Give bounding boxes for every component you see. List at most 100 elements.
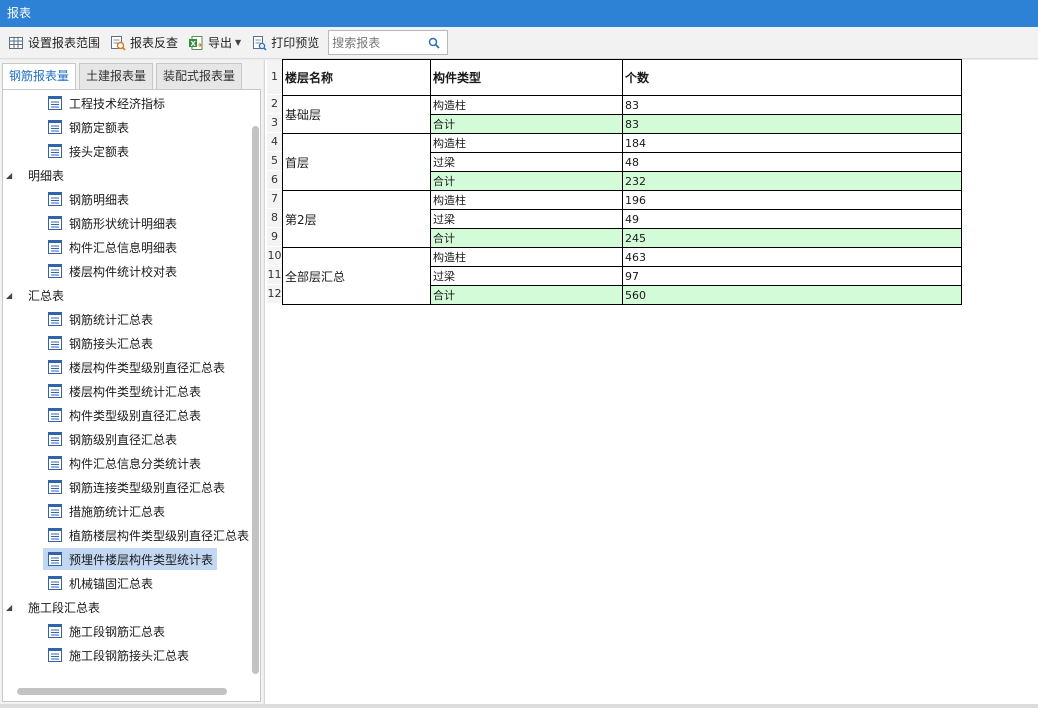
print-preview-button[interactable]: 打印预览 [247,31,323,55]
report-document-icon [47,479,63,495]
component-type-cell[interactable]: 过梁 [430,152,623,172]
tree-item[interactable]: 构件汇总信息明细表 [43,236,181,258]
floor-name-cell[interactable]: 基础层 [282,95,431,134]
tree-item-label: 楼层构件类型级别直径汇总表 [69,360,226,375]
count-cell[interactable]: 196 [622,190,962,210]
tree-item[interactable]: 施工段钢筋汇总表 [43,620,169,642]
tree-item-label: 工程技术经济指标 [69,96,166,111]
floor-name-cell[interactable]: 首层 [282,133,431,191]
tree-item[interactable]: 楼层构件类型统计汇总表 [43,380,205,402]
tree-group-label: 施工段汇总表 [28,600,101,615]
reverse-check-button[interactable]: 报表反查 [106,31,182,55]
report-search-input[interactable] [329,31,426,54]
table-row: 首层 构造柱 184 [282,133,962,191]
count-cell[interactable]: 97 [622,266,962,286]
export-dropdown-button[interactable]: X 导出 ▼ [184,31,245,55]
tab-label: 装配式报表量 [163,69,236,83]
tree-item[interactable]: 接头定额表 [43,140,133,162]
chevron-down-icon: ▼ [235,38,242,47]
table-row: 第2层 构造柱 196 [282,190,962,248]
count-cell[interactable]: 184 [622,133,962,153]
header-floor-name[interactable]: 楼层名称 [282,59,431,96]
window-title-bar: 报表 [0,0,1038,27]
report-document-icon [47,335,63,351]
tree-item[interactable]: 钢筋连接类型级别直径汇总表 [43,476,229,498]
count-cell[interactable]: 83 [622,95,962,115]
tree-item-label: 钢筋级别直径汇总表 [69,432,178,447]
print-preview-icon [251,35,267,51]
window-bottom-border [0,704,1038,708]
header-count[interactable]: 个数 [622,59,962,96]
report-search-box [328,30,449,55]
grid-settings-icon [8,35,24,51]
row-number: 11 [267,266,282,284]
component-type-cell[interactable]: 合计 [430,114,623,134]
count-cell[interactable]: 49 [622,209,962,229]
tree-group-stage[interactable]: ◢ 施工段汇总表 [6,596,100,618]
tree-item-label: 预埋件楼层构件类型统计表 [69,552,214,567]
tree-item-label: 构件汇总信息分类统计表 [69,456,202,471]
set-report-range-button[interactable]: 设置报表范围 [4,31,104,55]
row-number: 3 [267,114,282,132]
tree-group-summary[interactable]: ◢ 汇总表 [6,284,64,306]
tab-label: 钢筋报表量 [9,69,70,83]
tree-item[interactable]: 钢筋级别直径汇总表 [43,428,181,450]
component-type-cell[interactable]: 构造柱 [430,247,623,267]
tree-item[interactable]: 钢筋定额表 [43,116,133,138]
tree-vertical-scrollbar[interactable] [252,126,259,674]
tree-item-label: 植筋楼层构件类型级别直径汇总表 [69,528,250,543]
tree-item-label: 钢筋形状统计明细表 [69,216,178,231]
report-document-icon [47,359,63,375]
tree-horizontal-scrollbar[interactable] [17,688,227,695]
tab-civil-report[interactable]: 土建报表量 [79,63,154,89]
tree-item[interactable]: 钢筋统计汇总表 [43,308,157,330]
tree-group-detail[interactable]: ◢ 明细表 [6,164,64,186]
component-type-cell[interactable]: 合计 [430,228,623,248]
search-icon[interactable] [425,34,443,52]
row-number: 7 [267,190,282,208]
tree-item[interactable]: 构件汇总信息分类统计表 [43,452,205,474]
svg-text:X: X [191,39,197,47]
report-document-icon [47,407,63,423]
tree-item[interactable]: 植筋楼层构件类型级别直径汇总表 [43,524,253,546]
count-cell[interactable]: 463 [622,247,962,267]
tree-item[interactable]: 措施筋统计汇总表 [43,500,169,522]
tree-item-selected[interactable]: 预埋件楼层构件类型统计表 [43,548,218,570]
count-cell[interactable]: 48 [622,152,962,172]
tree-item[interactable]: 构件类型级别直径汇总表 [43,404,205,426]
component-type-cell[interactable]: 构造柱 [430,95,623,115]
count-cell[interactable]: 560 [622,285,962,305]
report-search-icon [110,35,126,51]
report-document-icon [47,311,63,327]
report-document-icon [47,95,63,111]
tree-item[interactable]: 钢筋明细表 [43,188,133,210]
count-cell[interactable]: 83 [622,114,962,134]
tree-item-label: 钢筋统计汇总表 [69,312,154,327]
component-type-cell[interactable]: 合计 [430,285,623,305]
tree-item-label: 施工段钢筋汇总表 [69,624,166,639]
tree-item[interactable]: 钢筋形状统计明细表 [43,212,181,234]
tree-item[interactable]: 机械锚固汇总表 [43,572,157,594]
tab-label: 土建报表量 [86,69,147,83]
component-type-cell[interactable]: 过梁 [430,209,623,229]
tree-item[interactable]: 施工段钢筋接头汇总表 [43,644,193,666]
floor-name-cell[interactable]: 全部层汇总 [282,247,431,305]
header-component-type[interactable]: 构件类型 [430,59,623,96]
floor-name-cell[interactable]: 第2层 [282,190,431,248]
tab-prefab-report[interactable]: 装配式报表量 [156,63,243,89]
print-preview-label: 打印预览 [271,36,320,50]
component-type-cell[interactable]: 构造柱 [430,133,623,153]
count-cell[interactable]: 232 [622,171,962,191]
component-type-cell[interactable]: 过梁 [430,266,623,286]
tree-item[interactable]: 楼层构件统计校对表 [43,260,181,282]
component-type-cell[interactable]: 构造柱 [430,190,623,210]
tab-rebar-report[interactable]: 钢筋报表量 [2,63,77,91]
tree-item-label: 机械锚固汇总表 [69,576,154,591]
tree-item[interactable]: 楼层构件类型级别直径汇总表 [43,356,229,378]
component-type-cell[interactable]: 合计 [430,171,623,191]
count-cell[interactable]: 245 [622,228,962,248]
expanded-triangle-icon: ◢ [6,290,13,300]
tree-item[interactable]: 钢筋接头汇总表 [43,332,157,354]
row-number: 6 [267,171,282,189]
tree-item[interactable]: 工程技术经济指标 [43,92,169,114]
